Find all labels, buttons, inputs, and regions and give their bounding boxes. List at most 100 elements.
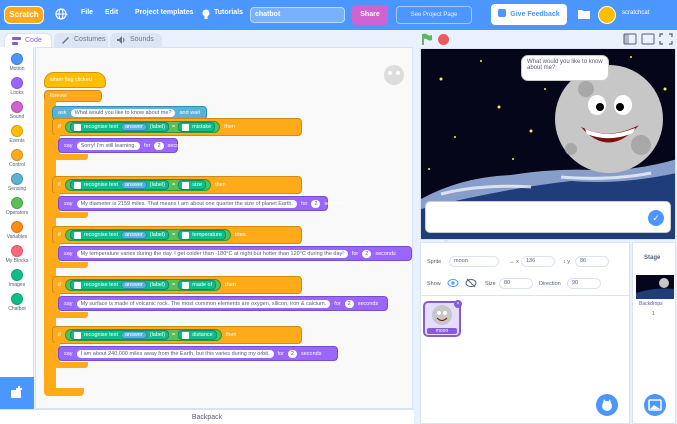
answer-reporter[interactable]: answer (121, 123, 147, 131)
if-block[interactable]: if recognise text answer (label) = made of the… (52, 276, 302, 294)
category-variables[interactable]: Variables (0, 221, 34, 240)
x-input[interactable]: 136 (521, 256, 555, 267)
hide-eye-icon[interactable] (465, 278, 477, 288)
stop-button[interactable] (438, 34, 449, 45)
equals-operator[interactable]: recognise text answer (label) = size (64, 179, 212, 191)
submit-answer-button[interactable]: ✓ (648, 210, 664, 226)
answer-reporter[interactable]: answer (121, 181, 147, 189)
recognise-text-reporter[interactable]: recognise text answer (label) (69, 180, 170, 190)
say-block[interactable]: say Sorry! I'm still learning. for 2 seconds (58, 138, 188, 153)
size-input[interactable]: 80 (499, 278, 533, 289)
answer-reporter[interactable]: answer (121, 231, 147, 239)
for-label: for (277, 350, 284, 357)
label-value-reporter[interactable]: size (178, 180, 207, 190)
category-menu: Motion Looks Sound Events Control Sensing Oper… (0, 47, 34, 377)
say-block[interactable]: say My temperature varies during the day.… (58, 246, 412, 261)
say-text-input[interactable]: I am about 240,000 miles away from the E… (76, 349, 274, 358)
category-chatbot[interactable]: Chatbot (0, 293, 34, 312)
green-flag-icon[interactable] (421, 33, 433, 45)
category-control[interactable]: Control (0, 149, 34, 168)
delete-sprite-button[interactable]: × (454, 300, 462, 308)
y-input[interactable]: 86 (575, 256, 609, 267)
username[interactable]: scratchcat (622, 10, 649, 16)
equals-operator[interactable]: recognise text answer (label) = distance (64, 329, 222, 341)
answer-reporter[interactable]: answer (121, 281, 147, 289)
category-images[interactable]: Images (0, 269, 34, 288)
label-value: mistake (192, 124, 212, 130)
category-operators[interactable]: Operators (0, 197, 34, 216)
label-value-reporter[interactable]: mistake (178, 122, 216, 132)
stage-canvas[interactable]: What would you like to know about me? ✓ (420, 48, 676, 240)
label-value-reporter[interactable]: made of (178, 280, 217, 290)
project-title-input[interactable]: chatbot (250, 7, 345, 23)
fullscreen-icon[interactable] (659, 33, 673, 45)
seconds-input[interactable]: 2 (287, 349, 297, 358)
if-block[interactable]: if recognise text answer (label) = temperatur… (52, 226, 302, 244)
seconds-input[interactable]: 2 (311, 199, 321, 208)
ask-text-input[interactable]: What would you like to know about me? (70, 109, 176, 117)
say-block[interactable]: say I am about 240,000 miles away from th… (58, 346, 338, 361)
seconds-input[interactable]: 2 (344, 299, 354, 308)
templates-menu[interactable]: Project templates (135, 9, 193, 16)
say-text-input[interactable]: My temperature varies during the day. I … (76, 249, 348, 258)
category-sound[interactable]: Sound (0, 101, 34, 120)
file-menu[interactable]: File (81, 9, 93, 16)
recognise-text-reporter[interactable]: recognise text answer (label) (69, 230, 170, 240)
label-text: (label) (149, 182, 166, 188)
say-block[interactable]: say My diameter is 2159 miles. That means… (58, 196, 345, 211)
category-motion[interactable]: Motion (0, 53, 34, 72)
stage-title: Stage (644, 255, 661, 261)
category-looks[interactable]: Looks (0, 77, 34, 96)
choose-sprite-button[interactable] (596, 394, 618, 416)
sprite-thumbnail[interactable]: moon × (423, 300, 462, 337)
large-stage-icon[interactable] (641, 33, 655, 45)
sprite-name-input[interactable]: moon (449, 256, 499, 267)
equals-operator[interactable]: recognise text answer (label) = temperature (64, 229, 231, 241)
recognise-text-reporter[interactable]: recognise text answer (label) (69, 122, 170, 132)
edit-menu[interactable]: Edit (105, 9, 118, 16)
label-value-reporter[interactable]: temperature (178, 230, 226, 240)
if-block[interactable]: if recognise text answer (label) = distance th… (52, 326, 302, 344)
say-text-input[interactable]: Sorry! I'm still learning. (76, 141, 141, 150)
equals-operator[interactable]: recognise text answer (label) = mistake (64, 121, 221, 133)
recognise-text-label: recognise text (83, 182, 118, 188)
avatar[interactable] (598, 6, 616, 24)
show-eye-icon[interactable] (447, 278, 459, 288)
if-block[interactable]: if recognise text answer (label) = mistake the… (52, 118, 302, 136)
when-flag-clicked-block[interactable]: when flag clicked (44, 72, 106, 88)
tab-costumes[interactable]: Costumes (54, 33, 108, 47)
seconds-input[interactable]: 2 (362, 249, 372, 258)
equals-sign: = (172, 232, 176, 238)
globe-icon[interactable] (55, 8, 69, 20)
tab-sounds[interactable]: Sounds (110, 33, 162, 47)
if-block[interactable]: if recognise text answer (label) = size then (52, 176, 302, 194)
see-project-page-button[interactable]: See Project Page (396, 6, 472, 24)
say-text-input[interactable]: My surface is made of volcanic rock. The… (76, 299, 331, 308)
give-feedback-button[interactable]: Give Feedback (491, 4, 567, 25)
category-my-blocks[interactable]: My Blocks (0, 245, 34, 264)
ask-answer-input[interactable]: ✓ (425, 201, 671, 233)
backpack-bar[interactable]: Backpack (0, 409, 414, 424)
seconds-input[interactable]: 2 (154, 141, 164, 150)
recognise-text-reporter[interactable]: recognise text answer (label) (69, 330, 170, 340)
small-stage-icon[interactable] (623, 33, 637, 45)
tab-code[interactable]: Code (4, 33, 52, 47)
label-value-reporter[interactable]: distance (178, 330, 217, 340)
scratch-logo[interactable]: Scratch (4, 6, 44, 24)
recognise-text-reporter[interactable]: recognise text answer (label) (69, 280, 170, 290)
add-extension-button[interactable] (0, 377, 34, 409)
answer-reporter[interactable]: answer (121, 331, 147, 339)
category-sensing[interactable]: Sensing (0, 173, 34, 192)
equals-operator[interactable]: recognise text answer (label) = made of (64, 279, 222, 291)
folder-icon[interactable] (578, 9, 590, 19)
category-dot-icon (11, 101, 23, 113)
choose-backdrop-button[interactable] (644, 394, 666, 416)
say-label: say (64, 200, 73, 207)
tutorials-menu[interactable]: Tutorials (214, 9, 243, 16)
category-events[interactable]: Events (0, 125, 34, 144)
direction-input[interactable]: 90 (567, 278, 601, 289)
script-area[interactable]: when flag clicked forever ask What would… (35, 47, 448, 409)
say-text-input[interactable]: My diameter is 2159 miles. That means I … (76, 199, 297, 208)
say-block[interactable]: say My surface is made of volcanic rock. … (58, 296, 388, 311)
share-button[interactable]: Share (352, 5, 388, 25)
